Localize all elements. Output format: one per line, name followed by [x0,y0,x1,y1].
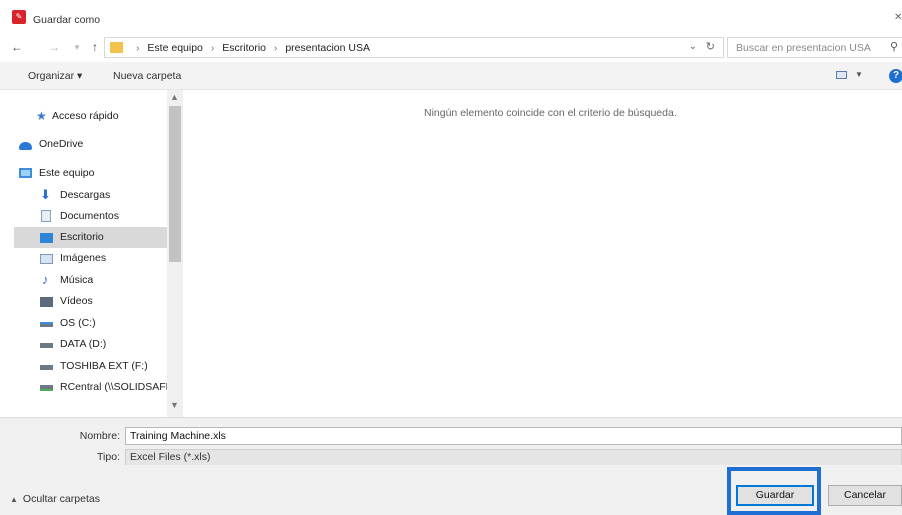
close-icon[interactable]: ✕ [894,12,902,26]
hide-folders-label: Ocultar carpetas [22,493,100,505]
scroll-up-icon[interactable]: ▲ [170,92,179,102]
drive-icon [40,343,53,348]
sidebar-item-label: Vídeos [60,295,93,307]
sidebar-item-este-equipo[interactable]: Este equipo [14,163,167,184]
search-placeholder: Buscar en presentacion USA [736,42,871,54]
sidebar-item-label: Acceso rápido [52,110,119,122]
sidebar-item-label: TOSHIBA EXT (F:) [60,360,148,372]
sidebar-item-label: Imágenes [60,252,107,264]
sidebar-item-musica[interactable]: ♪ Música [14,270,167,291]
back-icon[interactable]: ← [10,40,24,54]
breadcrumb-separator: › [273,42,278,54]
sidebar-item-descargas[interactable]: ⬇ Descargas [14,185,167,206]
save-button[interactable]: Guardar [736,485,814,506]
save-form: Nombre: Training Machine.xls Tipo: Excel… [0,417,902,466]
sidebar-item-onedrive[interactable]: OneDrive [14,134,167,155]
hide-folders-button[interactable]: ▲ Ocultar carpetas [10,493,100,505]
breadcrumb-escritorio[interactable]: Escritorio [222,42,266,54]
chevron-up-icon: ▲ [10,495,18,504]
sidebar-item-toshiba-ext[interactable]: TOSHIBA EXT (F:) [14,356,167,377]
desktop-icon [40,233,53,243]
chevron-down-icon[interactable]: ▼ [855,70,863,79]
sidebar-item-label: OneDrive [39,138,84,150]
sidebar-scrollbar[interactable]: ▲ ▼ [167,90,183,417]
sidebar-item-label: DATA (D:) [60,338,107,350]
refresh-icon[interactable]: ↻ [706,40,715,53]
file-type-select[interactable]: Excel Files (*.xls) [125,449,902,466]
video-icon [40,297,53,307]
drive-icon [40,365,53,370]
breadcrumb-separator: › [210,42,215,54]
forward-icon[interactable]: → [47,40,61,54]
star-icon: ★ [36,109,47,123]
drive-icon [40,322,53,327]
scroll-down-icon[interactable]: ▼ [170,400,179,410]
address-dropdown-icon[interactable]: ⌄ [689,41,697,52]
sidebar-item-label: OS (C:) [60,317,96,329]
help-icon[interactable]: ? [889,69,902,83]
pictures-icon [40,254,53,264]
breadcrumb-separator: › [136,42,140,54]
up-icon[interactable]: ↑ [88,40,102,54]
cancel-button[interactable]: Cancelar [828,485,902,506]
sidebar-item-quick-access[interactable]: ★ Acceso rápido [14,106,167,127]
organize-menu-button[interactable]: Organizar ▾ [28,70,82,82]
sidebar-item-rcentral[interactable]: RCentral (\\SOLIDSAFE [14,377,173,398]
sidebar-item-label: Este equipo [39,167,95,179]
type-label: Tipo: [97,451,120,463]
address-row: ← → ▾ ↑ › Este equipo › Escritorio › pre… [0,34,902,62]
folder-icon [110,42,123,53]
navigation-pane[interactable]: ★ Acceso rápido OneDrive Este equipo ⬇ D… [0,90,183,417]
sidebar-item-label: Música [60,274,94,286]
sidebar-item-os-c[interactable]: OS (C:) [14,313,167,334]
new-folder-button[interactable]: Nueva carpeta [113,70,181,82]
breadcrumb: › Este equipo › Escritorio › presentacio… [131,42,370,54]
sidebar-item-escritorio[interactable]: Escritorio [14,227,167,248]
empty-results-message: Ningún elemento coincide con el criterio… [424,107,677,119]
cloud-icon [19,142,32,150]
filename-input[interactable]: Training Machine.xls [125,427,902,445]
search-input[interactable]: Buscar en presentacion USA ⚲ [727,37,902,58]
breadcrumb-este-equipo[interactable]: Este equipo [147,42,202,54]
music-icon: ♪ [42,272,49,287]
sidebar-item-documentos[interactable]: Documentos [14,206,167,227]
breadcrumb-presentacion-usa[interactable]: presentacion USA [285,42,370,54]
pdf-app-icon: ✎ [12,10,26,24]
sidebar-item-imagenes[interactable]: Imágenes [14,248,167,269]
computer-icon [19,168,32,178]
name-label: Nombre: [79,430,120,442]
view-options-icon[interactable] [836,71,847,79]
sidebar-item-label: RCentral (\\SOLIDSAFE [60,381,173,393]
network-drive-icon [40,385,53,391]
search-icon[interactable]: ⚲ [890,40,898,53]
download-icon: ⬇ [40,187,51,202]
document-icon [41,210,51,222]
sidebar-item-label: Descargas [60,189,111,201]
sidebar-item-label: Escritorio [60,231,104,243]
sidebar-item-data-d[interactable]: DATA (D:) [14,334,167,355]
sidebar-item-videos[interactable]: Vídeos [14,291,167,312]
file-list[interactable]: Ningún elemento coincide con el criterio… [183,90,902,417]
command-toolbar: Organizar ▾ Nueva carpeta ▼ ? [0,62,902,90]
address-bar[interactable]: › Este equipo › Escritorio › presentacio… [104,37,724,58]
title-bar: ✎ Guardar como ✕ [0,0,902,34]
recent-dropdown-icon[interactable]: ▾ [70,40,84,54]
sidebar-item-label: Documentos [60,210,119,222]
scrollbar-thumb[interactable] [169,106,181,262]
window-title: Guardar como [33,14,101,26]
dialog-footer: ▲ Ocultar carpetas Guardar Cancelar [0,465,902,515]
